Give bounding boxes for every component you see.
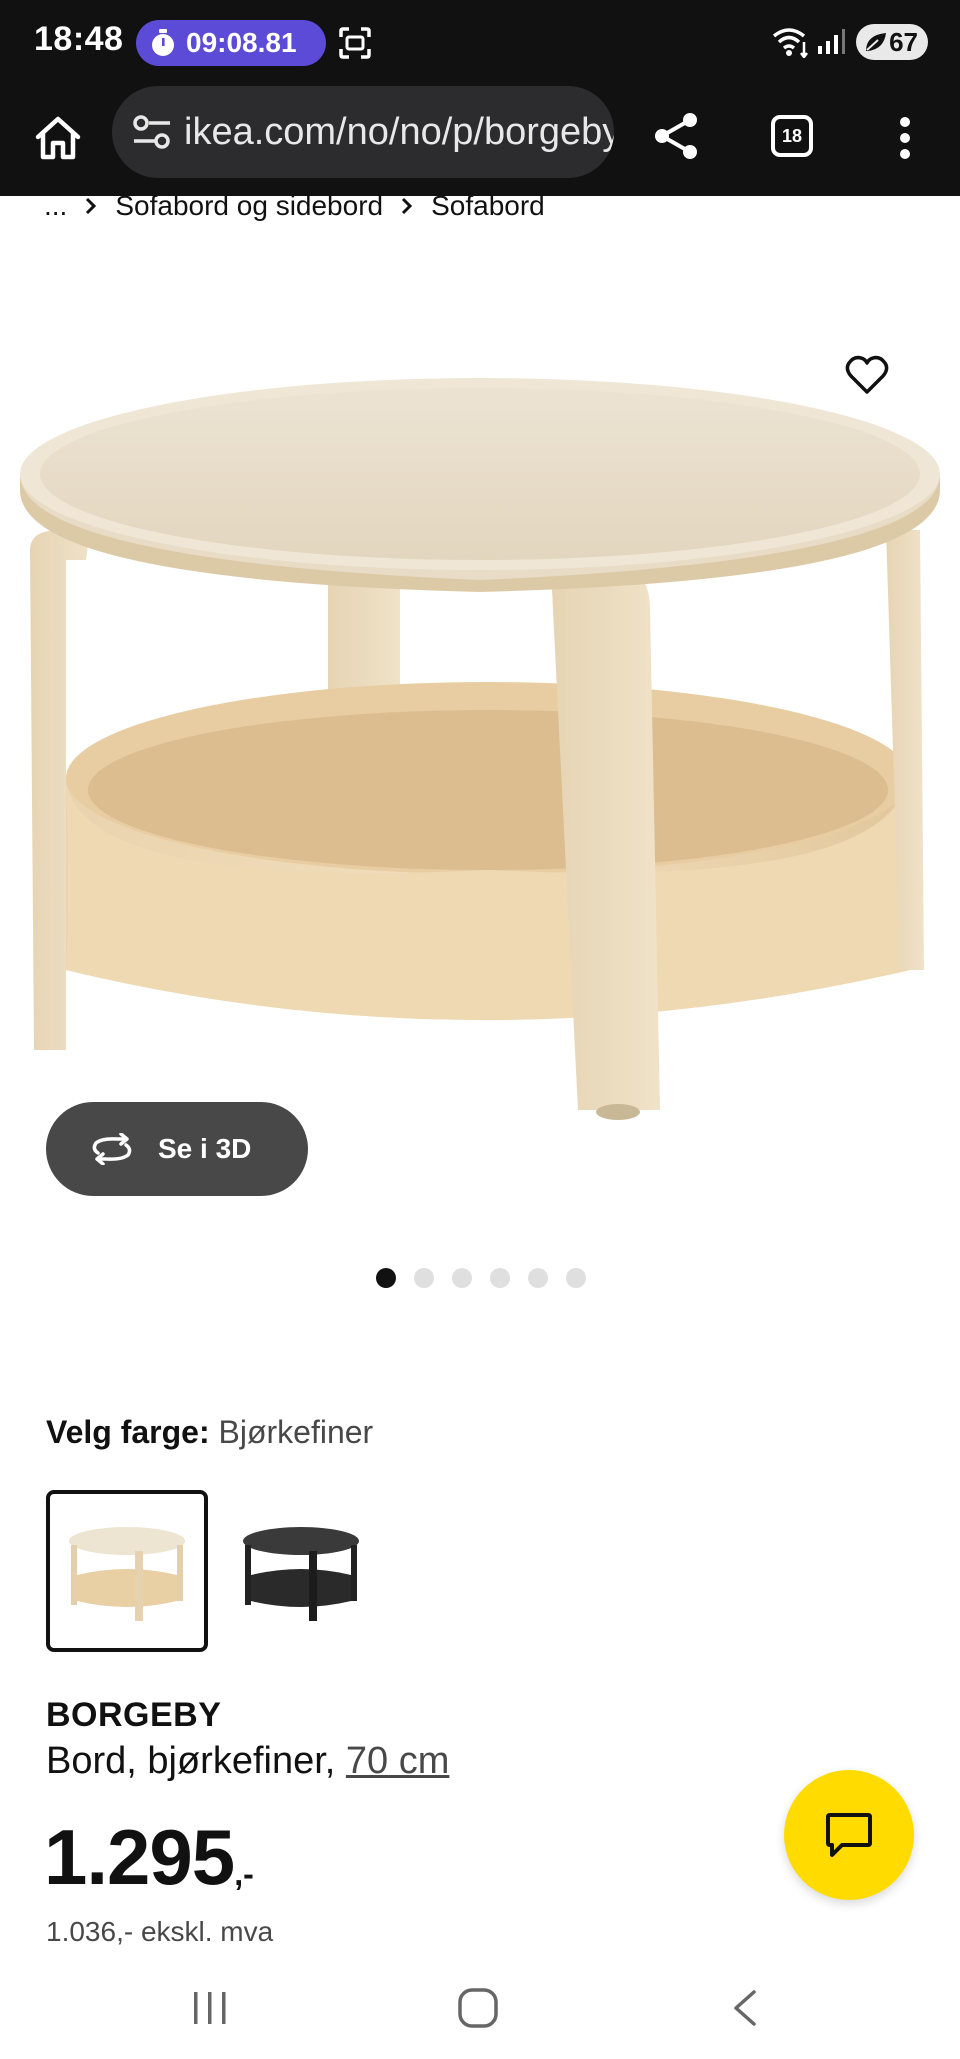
share-icon <box>655 113 697 159</box>
stopwatch-icon <box>152 29 174 56</box>
tab-switcher-button[interactable]: 18 <box>764 108 820 164</box>
price-amount: 1.295 <box>44 1813 235 1901</box>
color-label-value: Bjørkefiner <box>218 1414 374 1450</box>
battery-level: 67 <box>889 26 918 57</box>
gallery-dot[interactable] <box>452 1268 472 1288</box>
color-selector-label: Velg farge: Bjørkefiner <box>46 1414 373 1451</box>
overflow-menu-button[interactable] <box>880 108 930 168</box>
product-description: Bord, bjørkefiner, 70 cm <box>46 1740 449 1783</box>
view-in-3d-button[interactable]: Se i 3D <box>46 1102 308 1196</box>
gallery-pagination <box>376 1268 586 1288</box>
wifi-icon <box>772 28 808 58</box>
site-settings-icon[interactable] <box>132 114 172 150</box>
more-vertical-icon <box>900 117 910 159</box>
stopwatch-pill[interactable]: 09:08.81 <box>136 20 326 66</box>
product-description-text: Bord, bjørkefiner, <box>46 1740 346 1782</box>
color-label-title: Velg farge: <box>46 1414 210 1450</box>
breadcrumb: ... Sofabord og sidebord Sofabord <box>44 186 545 226</box>
price-excluding-vat: 1.036,- ekskl. mva <box>46 1916 274 1947</box>
signal-icon <box>818 29 845 54</box>
birch-table-thumbnail <box>69 1527 185 1621</box>
address-bar[interactable]: ikea.com/no/no/p/borgeby-bord <box>112 86 614 178</box>
gallery-dot[interactable] <box>490 1268 510 1288</box>
stopwatch-time: 09:08.81 <box>186 27 297 58</box>
url-text: ikea.com/no/no/p/borgeby-bord <box>184 110 614 153</box>
recent-apps-icon[interactable] <box>190 1988 230 2028</box>
back-nav-icon[interactable] <box>728 1988 760 2028</box>
status-time: 18:48 <box>34 20 124 58</box>
browser-toolbar: ikea.com/no/no/p/borgeby-bord 18 <box>0 86 960 196</box>
tab-count: 18 <box>771 115 813 157</box>
product-name: BORGEBY <box>46 1696 222 1734</box>
color-swatch-black[interactable] <box>220 1490 382 1652</box>
gallery-dot[interactable] <box>528 1268 548 1288</box>
browser-chrome: 18:48 09:08.81 67 ikea.com/no/no/p/borge… <box>0 0 960 196</box>
gallery-dot[interactable] <box>566 1268 586 1288</box>
color-swatch-birch[interactable] <box>46 1490 208 1652</box>
product-image[interactable] <box>0 370 960 1150</box>
home-button[interactable] <box>28 108 88 168</box>
breadcrumb-ellipsis[interactable]: ... <box>44 190 67 222</box>
chat-button[interactable] <box>784 1770 914 1900</box>
breadcrumb-item-sofabord[interactable]: Sofabord <box>431 190 545 222</box>
product-price: 1.295 ,- <box>44 1818 254 1896</box>
status-bar: 18:48 09:08.81 67 <box>0 0 960 86</box>
favorite-button[interactable] <box>838 348 896 402</box>
rotate-3d-icon <box>92 1133 132 1165</box>
system-navigation-bar <box>0 1960 960 2059</box>
view-in-3d-label: Se i 3D <box>158 1133 252 1164</box>
share-button[interactable] <box>646 106 706 166</box>
screen-capture-icon <box>339 27 371 59</box>
gallery-dot[interactable] <box>414 1268 434 1288</box>
heart-icon <box>845 355 889 394</box>
chevron-right-icon <box>85 197 97 215</box>
chat-icon <box>826 1813 872 1857</box>
breadcrumb-item-sofabord-og-sidebord[interactable]: Sofabord og sidebord <box>115 190 383 222</box>
home-nav-icon[interactable] <box>456 1986 500 2030</box>
home-icon <box>35 116 81 160</box>
size-link[interactable]: 70 cm <box>346 1740 449 1782</box>
battery-indicator: 67 <box>856 24 928 60</box>
chevron-right-icon <box>401 197 413 215</box>
price-suffix: ,- <box>234 1856 254 1892</box>
power-saving-leaf-icon <box>866 33 886 51</box>
gallery-dot-active[interactable] <box>376 1268 396 1288</box>
black-table-thumbnail <box>243 1527 359 1621</box>
